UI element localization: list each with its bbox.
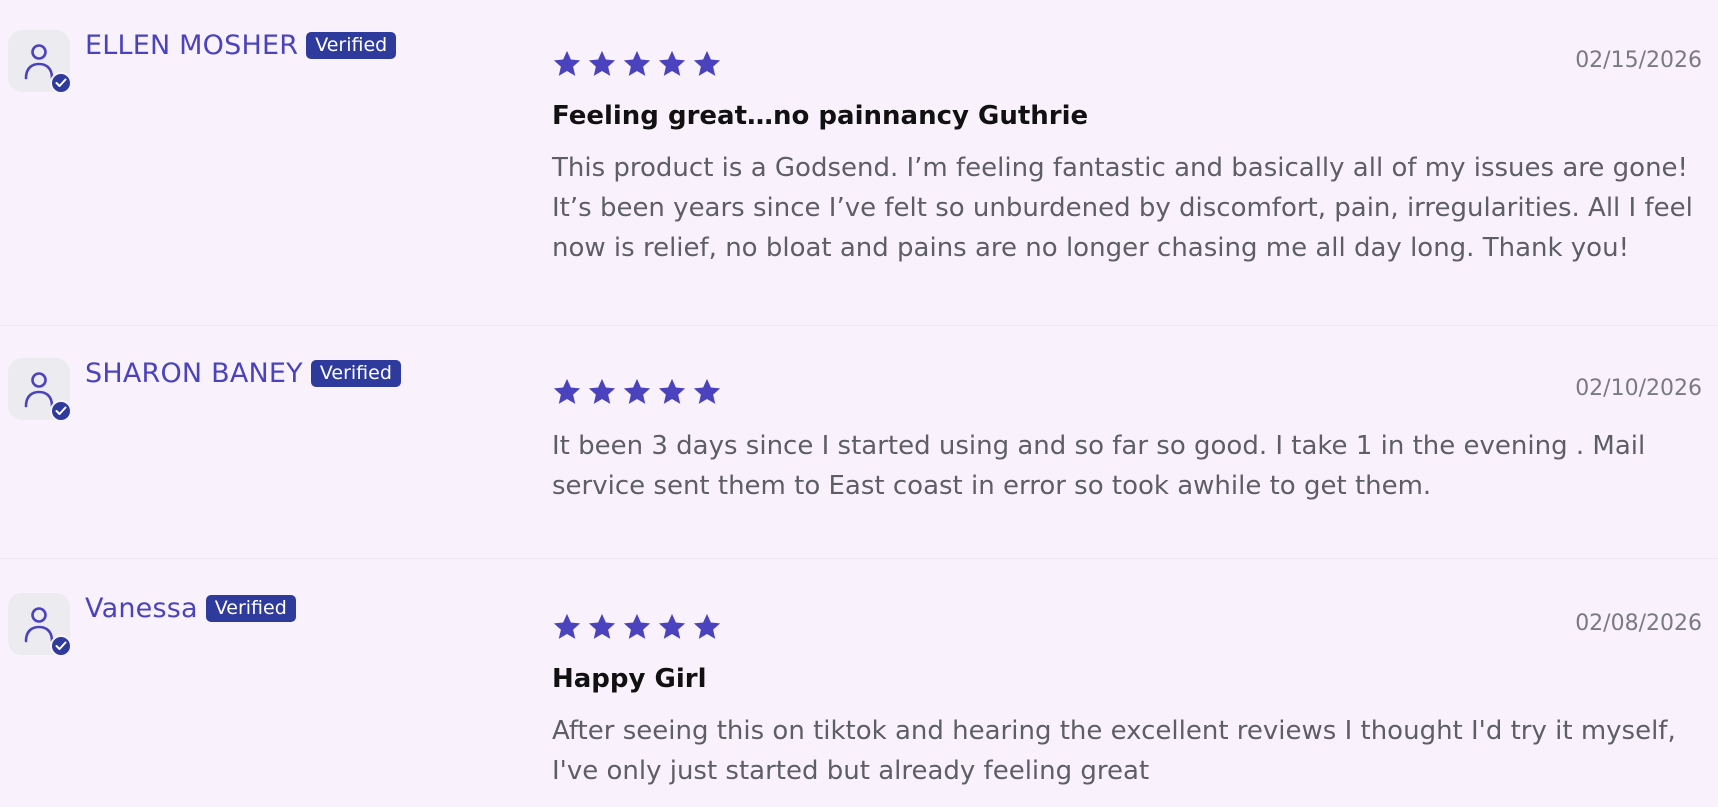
star-icon (658, 378, 686, 404)
review-text: It been 3 days since I started using and… (552, 431, 1646, 501)
reviewer-name: Vanessa (85, 593, 198, 624)
verified-badge: Verified (306, 32, 397, 59)
star-icon (693, 50, 721, 76)
verified-check-icon (50, 72, 72, 94)
verified-badge: Verified (205, 595, 296, 622)
star-rating (552, 611, 1702, 643)
review-date: 02/15/2026 (1575, 48, 1702, 73)
star-rating (552, 376, 1702, 408)
verified-badge: Verified (310, 360, 401, 387)
review-text: After seeing this on tiktok and hearing … (552, 716, 1676, 786)
review-body: 02/15/2026 Feeling great…no painnancy Gu… (552, 48, 1702, 268)
verified-check-icon (50, 400, 72, 422)
review-title: Happy Girl (552, 664, 707, 694)
review-title: Feeling great…no painnancy Guthrie (552, 101, 1089, 131)
review-author: Vanessa Verified (8, 593, 296, 657)
review-item: SHARON BANEY Verified 02/10/2026 It been… (0, 358, 1718, 559)
star-icon (693, 613, 721, 639)
avatar (8, 358, 72, 422)
review-author: SHARON BANEY Verified (8, 358, 401, 422)
star-icon (588, 378, 616, 404)
review-date: 02/10/2026 (1575, 376, 1702, 401)
verified-check-icon (50, 635, 72, 657)
star-icon (588, 50, 616, 76)
review-author: ELLEN MOSHER Verified (8, 30, 397, 94)
review-item: ELLEN MOSHER Verified 02/15/2026 Feeling… (0, 30, 1718, 326)
star-icon (658, 50, 686, 76)
avatar (8, 593, 72, 657)
reviews-list: ELLEN MOSHER Verified 02/15/2026 Feeling… (0, 0, 1718, 807)
star-icon (693, 378, 721, 404)
star-icon (553, 378, 581, 404)
star-icon (623, 378, 651, 404)
star-icon (623, 613, 651, 639)
reviewer-name: SHARON BANEY (85, 358, 303, 389)
review-body: 02/10/2026 It been 3 days since I starte… (552, 376, 1702, 506)
star-rating (552, 48, 1702, 80)
star-icon (553, 50, 581, 76)
review-item: Vanessa Verified 02/08/2026 Happy Girl A… (0, 593, 1718, 807)
review-date: 02/08/2026 (1575, 611, 1702, 636)
star-icon (623, 50, 651, 76)
reviewer-name: ELLEN MOSHER (85, 30, 299, 61)
review-body: 02/08/2026 Happy Girl After seeing this … (552, 611, 1702, 791)
review-text: This product is a Godsend. I’m feeling f… (552, 153, 1693, 263)
star-icon (588, 613, 616, 639)
star-icon (658, 613, 686, 639)
star-icon (553, 613, 581, 639)
avatar (8, 30, 72, 94)
